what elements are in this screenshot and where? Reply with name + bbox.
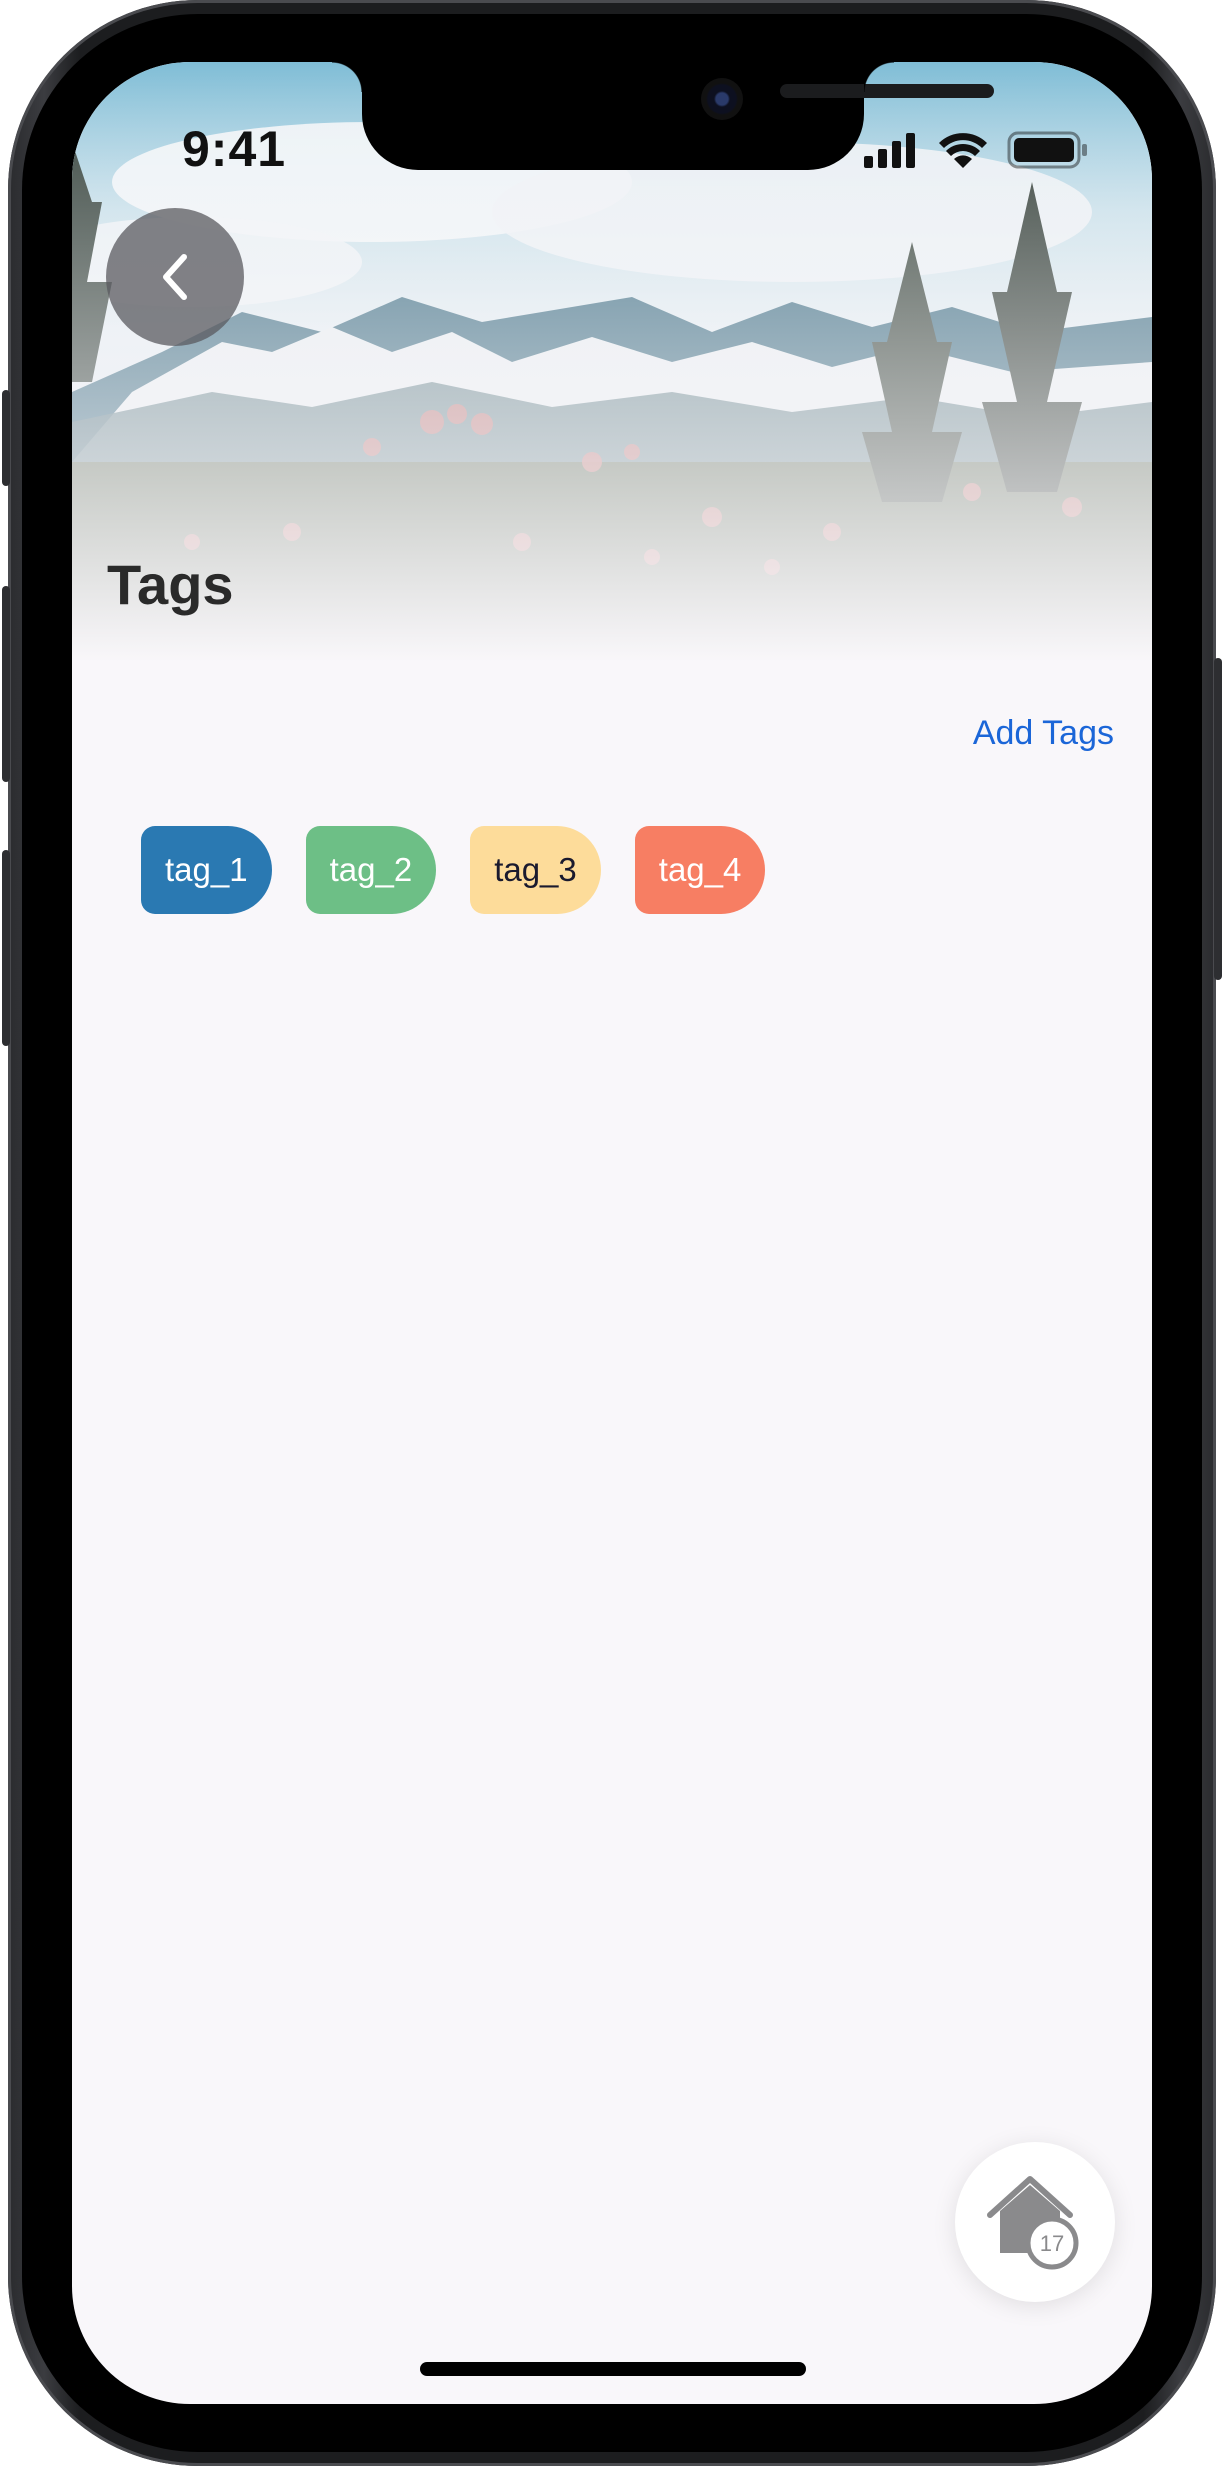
page-title: Tags	[107, 553, 234, 616]
cellular-signal-icon	[864, 133, 915, 168]
home-indicator[interactable]	[420, 2362, 806, 2376]
wifi-icon	[939, 133, 987, 168]
tag-chip[interactable]: tag_2	[305, 826, 437, 914]
notch	[332, 62, 994, 170]
volume-down-button	[2, 850, 10, 1046]
tag-label: tag_2	[329, 851, 413, 888]
tag-label: tag_4	[658, 851, 742, 888]
tag-chip[interactable]: tag_3	[470, 826, 601, 914]
battery-icon	[1007, 131, 1087, 169]
tag-label: tag_3	[494, 851, 577, 888]
fab-badge-count: 17	[1040, 2231, 1064, 2256]
tag-label: tag_1	[165, 851, 248, 888]
power-button	[1214, 658, 1222, 980]
tag-chip[interactable]: tag_4	[634, 826, 766, 914]
back-button[interactable]	[106, 208, 244, 346]
volume-up-button	[2, 586, 10, 782]
status-icons	[864, 130, 1094, 170]
tag-list: tag_1 tag_2 tag_3 tag_4	[141, 826, 766, 914]
speaker-grill	[780, 84, 994, 98]
add-tags-button[interactable]: Add Tags	[973, 714, 1114, 753]
screen: 9:41 Tags Add Tags tag_1 tag_2 tag_3 tag…	[72, 62, 1152, 2404]
home-icon: 17	[987, 2176, 1079, 2270]
home-fab-button[interactable]: 17	[955, 2142, 1115, 2302]
chevron-left-icon	[163, 254, 187, 300]
status-time: 9:41	[182, 121, 287, 177]
front-camera	[701, 78, 743, 120]
silent-switch	[2, 390, 10, 486]
tag-chip[interactable]: tag_1	[141, 826, 272, 914]
